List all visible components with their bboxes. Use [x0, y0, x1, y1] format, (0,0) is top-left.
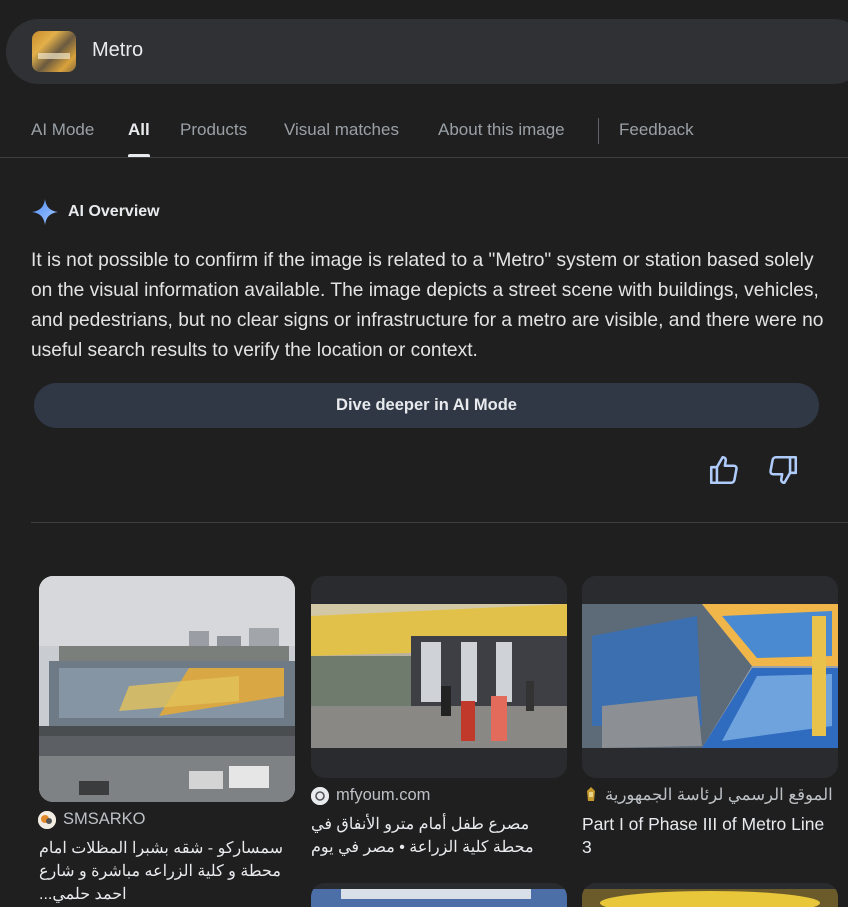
search-bar[interactable]: Metro	[6, 19, 848, 84]
result-1-caption[interactable]: سمساركو - شقه بشبرا المظلات امام محطة و …	[39, 837, 295, 906]
result-image-2[interactable]	[311, 576, 567, 778]
ai-overview-title: AI Overview	[68, 203, 160, 220]
search-image-thumbnail[interactable]	[32, 31, 76, 72]
section-divider	[31, 522, 848, 523]
tab-products[interactable]: Products	[180, 120, 247, 140]
tab-feedback[interactable]: Feedback	[619, 120, 694, 140]
result-image-1[interactable]	[39, 576, 295, 802]
sparkle-icon	[32, 199, 58, 225]
tab-all[interactable]: All	[128, 120, 150, 140]
favicon-smsarko	[38, 811, 56, 829]
result-3-source[interactable]: الموقع الرسمي لرئاسة الجمهورية	[605, 785, 833, 805]
thumb-down-icon[interactable]	[766, 453, 800, 487]
result-3-caption[interactable]: Part I of Phase III of Metro Line 3	[582, 813, 838, 859]
tab-separator	[598, 118, 599, 144]
active-tab-indicator	[128, 154, 150, 157]
result-1-source[interactable]: SMSARKO	[63, 810, 146, 829]
tab-visual-matches[interactable]: Visual matches	[284, 120, 399, 140]
dive-deeper-button[interactable]: Dive deeper in AI Mode	[34, 383, 819, 428]
result-2-caption[interactable]: مصرع طفل أمام مترو الأنفاق في محطة كلية …	[311, 813, 567, 859]
result-image-4[interactable]	[311, 883, 567, 907]
tab-bar: AI Mode All Products Visual matches Abou…	[0, 110, 848, 158]
favicon-presidency	[582, 786, 600, 804]
result-2-source[interactable]: mfyoum.com	[336, 786, 430, 805]
result-image-5[interactable]	[582, 883, 838, 907]
thumb-up-icon[interactable]	[707, 453, 741, 487]
ai-overview-text: It is not possible to confirm if the ima…	[31, 250, 824, 361]
result-image-3[interactable]	[582, 576, 838, 778]
tab-ai-mode[interactable]: AI Mode	[31, 120, 94, 140]
search-query[interactable]: Metro	[92, 39, 143, 62]
tab-about-this-image[interactable]: About this image	[438, 120, 565, 140]
favicon-mfyoum	[311, 787, 329, 805]
